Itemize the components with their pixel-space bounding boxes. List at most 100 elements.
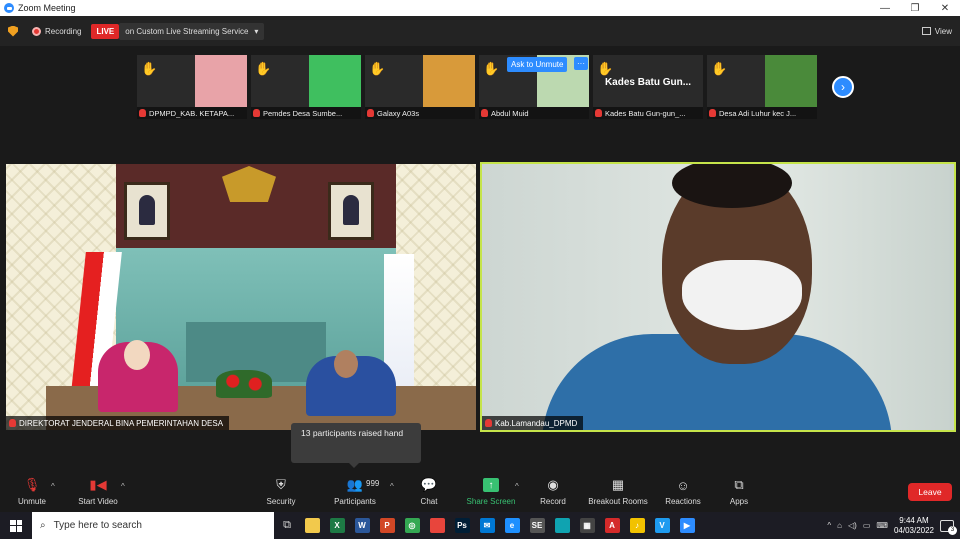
reactions-icon: ☺ [676,477,690,493]
participant-thumbnail[interactable]: ✋ Ask to Unmute ··· Abdul Muid [479,55,589,119]
ask-to-unmute-button[interactable]: Ask to Unmute [507,57,568,72]
next-page-arrow-icon[interactable]: › [832,76,854,98]
participant-name-bar: Pemdes Desa Sumbe... [251,107,361,119]
task-view-icon[interactable]: ⧉ [275,512,299,539]
taskbar-app-edge[interactable] [550,512,574,539]
chat-button[interactable]: 💬 Chat [394,476,464,506]
live-badge: LIVE [91,23,120,39]
unmute-button[interactable]: 🎙 Unmute [0,476,67,506]
taskbar-app-mail[interactable]: ✉ [475,512,499,539]
apps-button[interactable]: ⧉ Apps [704,476,774,506]
notifications-icon[interactable]: 3 [940,519,957,535]
participant-name-bar: Abdul Muid [479,107,589,119]
battery-icon[interactable]: ▭ [863,521,871,530]
taskbar-app-photoshop[interactable]: Ps [450,512,474,539]
tray-overflow-chevron-icon[interactable]: ^ [827,521,831,530]
security-button[interactable]: ⛨ Security [246,476,316,506]
start-button[interactable] [0,512,32,539]
video-name-label: DIREKTORAT JENDERAL BINA PEMERINTAHAN DE… [6,416,230,430]
taskbar-clock[interactable]: 9:44 AM 04/03/2022 [894,516,934,536]
taskbar-apps: X W P ◎ Ps ✉ e SE ▦ A ♪ V ▶ [299,512,699,539]
search-placeholder: Type here to search [53,520,142,531]
start-video-button[interactable]: ▮◀ Start Video [63,476,133,506]
breakout-rooms-label: Breakout Rooms [588,497,648,506]
chrome-icon [429,518,445,533]
mic-muted-icon [367,109,374,117]
participant-name-bar: DPMPD_KAB. KETAPA... [137,107,247,119]
taskbar-app-zoom[interactable]: ▶ [675,512,699,539]
taskbar-app-word[interactable]: W [350,512,374,539]
taskbar-app-karaoke[interactable]: ♪ [625,512,649,539]
breakout-rooms-icon: ▦ [611,477,625,492]
recording-label[interactable]: Recording [45,27,81,36]
taskbar-app-powerpoint[interactable]: P [375,512,399,539]
maximize-button[interactable]: ❐ [900,0,930,16]
mic-muted-icon [9,419,16,427]
participant-thumbnail[interactable]: ✋ DPMPD_KAB. KETAPA... [137,55,247,119]
participant-thumbnail[interactable]: ✋ Galaxy A03s [365,55,475,119]
taskbar-app-edge-legacy[interactable]: e [500,512,524,539]
participant-display-name: Kades Batu Gun... [604,77,692,88]
participant-thumbnail[interactable]: ✋ Pemdes Desa Sumbe... [251,55,361,119]
taskbar-app-tripadvisor[interactable]: ◎ [400,512,424,539]
participants-button[interactable]: 👥 Participants [320,476,390,506]
participant-name-bar: Galaxy A03s [365,107,475,119]
view-button[interactable]: View [921,27,952,36]
close-button[interactable]: ✕ [930,0,960,16]
main-video-left[interactable]: DIREKTORAT JENDERAL BINA PEMERINTAHAN DE… [6,164,476,430]
participant-name-bar: Desa Adi Luhur kec J... [707,107,817,119]
recording-icon [32,26,41,36]
participants-label: Participants [334,497,376,506]
taskbar-app-se-app[interactable]: SE [525,512,549,539]
stream-service-dropdown[interactable]: on Custom Live Streaming Service ▾ [119,22,265,40]
audio-options-chevron-icon[interactable]: ^ [51,482,55,491]
search-icon: ⌕ [40,520,46,531]
vivaldi-icon: V [654,518,670,533]
taskbar-search[interactable]: ⌕ Type here to search [32,512,274,539]
view-grid-icon [921,27,931,35]
security-shield-icon[interactable] [8,25,18,37]
volume-icon[interactable]: ◁) [848,521,857,530]
window-title: Zoom Meeting [18,3,76,13]
taskbar-app-file-explorer[interactable] [300,512,324,539]
portrait-frame [124,182,170,240]
share-screen-button[interactable]: ↑ Share Screen [456,476,526,506]
taskbar-app-vivaldi[interactable]: V [650,512,674,539]
title-bar: Zoom Meeting — ❐ ✕ [0,0,960,16]
mic-muted-icon [139,109,146,117]
clock-date: 04/03/2022 [893,525,934,535]
more-options-button[interactable]: ··· [574,57,588,70]
taskbar-app-chrome[interactable] [425,512,449,539]
participant-strip: ✋ DPMPD_KAB. KETAPA... ✋ Pemdes Desa Sum… [137,55,817,119]
participant-thumbnail[interactable]: ✋ Desa Adi Luhur kec J... [707,55,817,119]
network-icon[interactable]: ⌂ [837,521,842,530]
portrait-frame [328,182,374,240]
zoom-app-icon [4,3,14,13]
main-video-right-active-speaker[interactable]: Kab.Lamandau_DPMD [480,162,956,432]
taskbar-app-acrobat[interactable]: A [600,512,624,539]
mic-muted-icon [485,419,492,427]
participant-video [765,55,817,107]
taskbar-app-excel[interactable]: X [325,512,349,539]
breakout-rooms-button[interactable]: ▦ Breakout Rooms [583,476,653,506]
mic-muted-icon [481,109,488,117]
raised-hands-tooltip: 13 participants raised hand [291,423,421,468]
chat-label: Chat [420,497,438,506]
edge-legacy-icon: e [504,518,520,533]
record-button[interactable]: ◉ Record [518,476,588,506]
karaoke-icon: ♪ [629,518,645,533]
excel-icon: X [329,518,345,533]
photoshop-icon: Ps [454,518,470,533]
speaker-mask [682,260,802,330]
mic-muted-icon [595,109,602,117]
participant-name-bar: Kades Batu Gun-gun_... [593,107,703,119]
video-options-chevron-icon[interactable]: ^ [121,482,125,491]
participant-video [195,55,247,107]
chat-icon: 💬 [420,477,438,492]
participant-thumbnail[interactable]: ✋ Kades Batu Gun... Kades Batu Gun-gun_.… [593,55,703,119]
mail-icon: ✉ [479,518,495,533]
keyboard-icon[interactable]: ⌨ [876,521,888,530]
leave-button[interactable]: Leave [908,483,952,501]
taskbar-app-store[interactable]: ▦ [575,512,599,539]
minimize-button[interactable]: — [870,0,900,16]
